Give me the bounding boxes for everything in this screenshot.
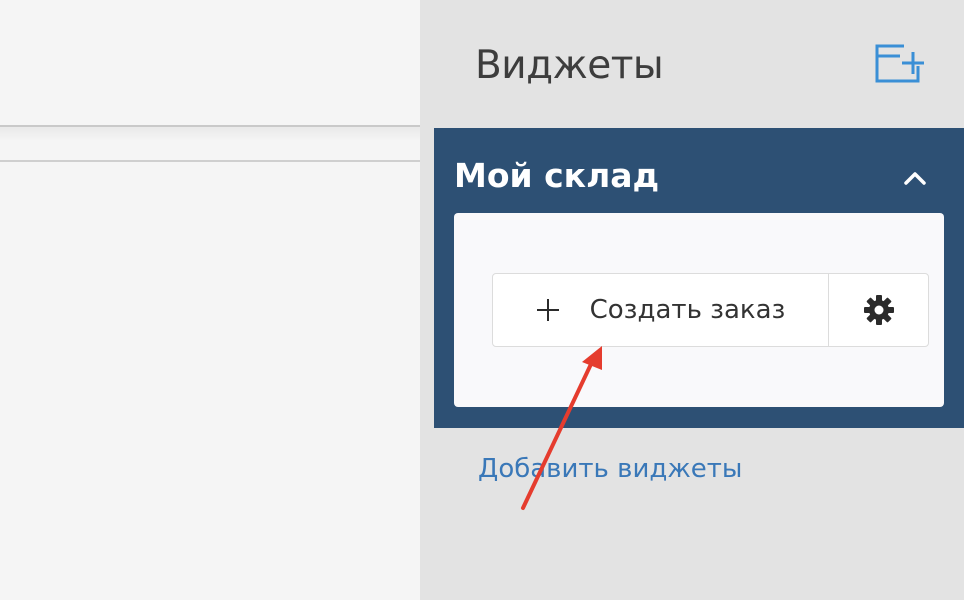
widget-body: Создать заказ [454,213,944,407]
panel-title: Виджеты [475,43,664,88]
add-widgets-link[interactable]: Добавить виджеты [478,451,742,487]
main-content [0,0,420,600]
add-widget-icon[interactable] [874,42,926,84]
app-root: Виджеты Мой склад Создать заказ Добавить… [0,0,964,600]
chevron-up-icon[interactable] [900,166,930,190]
divider [0,160,420,162]
widget-title: Мой склад [454,156,660,195]
button-group: Создать заказ [492,273,929,347]
create-order-label: Создать заказ [589,295,786,325]
gear-icon [863,295,894,325]
widgets-panel: Виджеты Мой склад Создать заказ Добавить… [420,0,964,600]
widget-my-warehouse: Мой склад Создать заказ [434,128,964,428]
plus-icon [536,298,560,322]
create-order-button[interactable]: Создать заказ [493,274,829,346]
settings-button[interactable] [829,274,928,346]
divider-shadow [0,127,420,141]
